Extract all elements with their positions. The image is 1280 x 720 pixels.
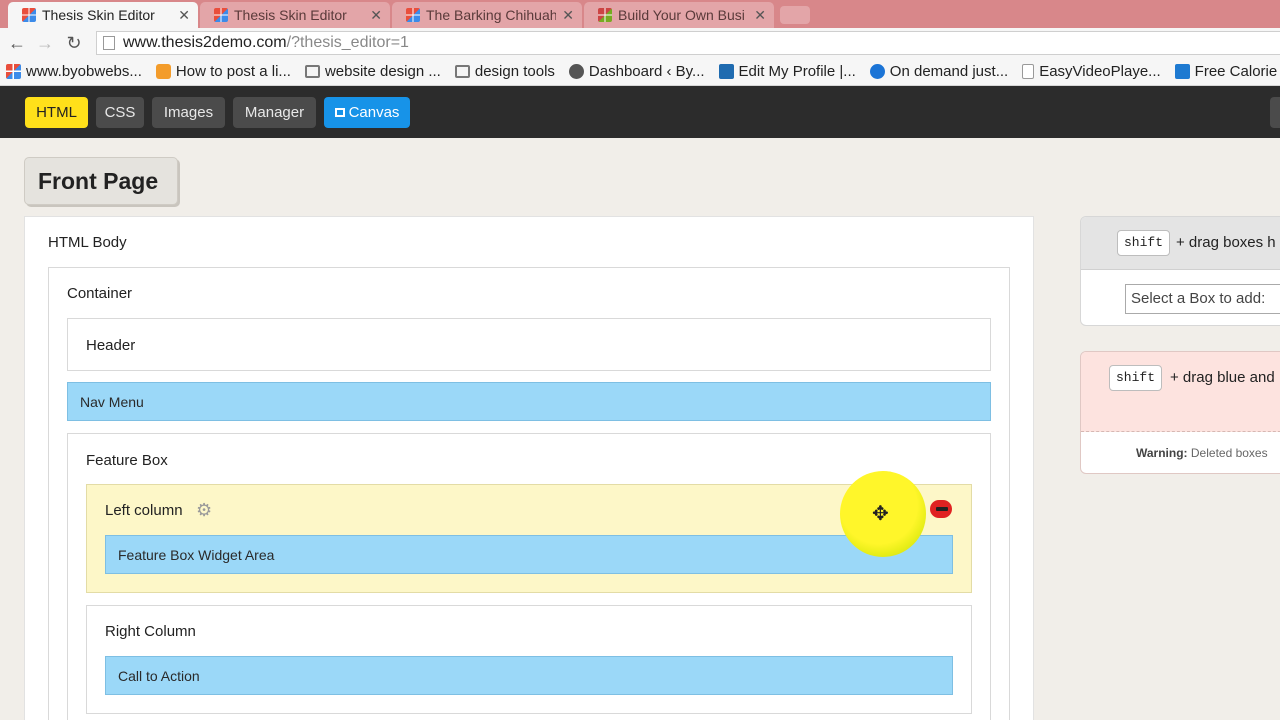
bookmark-item[interactable]: Dashboard ‹ By...: [568, 63, 705, 80]
drag-hint: + drag boxes h: [1176, 234, 1276, 251]
bookmark-item[interactable]: EasyVideoPlaye...: [1022, 63, 1161, 80]
shift-key: shift: [1117, 230, 1171, 256]
bookmark-label: EasyVideoPlaye...: [1039, 63, 1161, 80]
bookmark-label: How to post a li...: [175, 63, 291, 80]
bookmark-item[interactable]: www.byobwebs...: [6, 63, 142, 80]
gear-icon[interactable]: ⚙: [196, 500, 212, 521]
browser-tab-bar: Thesis Skin Editor ✕ Thesis Skin Editor …: [0, 0, 1280, 28]
thesis-favicon-icon: [22, 8, 36, 22]
url-host: www.thesis2demo.com: [123, 34, 287, 51]
images-tab-button[interactable]: Images: [152, 97, 225, 128]
bookmark-item[interactable]: On demand just...: [869, 63, 1009, 80]
feature-box[interactable]: Feature Box Left column ⚙ Feature Box Wi…: [67, 433, 991, 720]
tab-title: Build Your Own Busi: [618, 7, 745, 23]
add-box-panel: shift + drag boxes h Select a Box to add…: [1080, 216, 1280, 326]
browser-tab-4[interactable]: Build Your Own Busi ✕: [584, 2, 774, 28]
select-box-dropdown[interactable]: Select a Box to add:: [1125, 284, 1280, 314]
page-icon: [103, 36, 115, 50]
folder-icon: [454, 65, 470, 78]
browser-tab-1[interactable]: Thesis Skin Editor ✕: [8, 2, 198, 28]
address-bar-row: ← → ↻ www.thesis2demo.com/?thesis_editor…: [0, 28, 1280, 58]
calorie-icon: [1174, 64, 1190, 79]
left-column-box[interactable]: Left column ⚙ Feature Box Widget Area: [86, 484, 972, 593]
bookmark-label: Free Calorie C: [1194, 63, 1280, 80]
canvas-label: Canvas: [348, 104, 400, 121]
move-cursor-icon: ✥: [872, 503, 889, 525]
tab-title: Thesis Skin Editor: [234, 7, 347, 23]
bookmark-item[interactable]: How to post a li...: [155, 63, 291, 80]
folder-icon: [304, 65, 320, 78]
html-body-box[interactable]: HTML Body Container Header Nav Menu Feat…: [24, 216, 1034, 720]
right-column-label: Right Column: [105, 623, 196, 640]
right-column-box[interactable]: Right Column Call to Action: [86, 605, 972, 714]
call-to-action-box[interactable]: Call to Action: [105, 656, 953, 695]
tab-close-icon[interactable]: ✕: [370, 7, 382, 24]
thesis-favicon-icon: [406, 8, 420, 22]
tab-close-icon[interactable]: ✕: [562, 7, 574, 24]
grid-icon: [6, 64, 21, 79]
page-icon: [1022, 64, 1035, 79]
url-path: /?thesis_editor=1: [286, 34, 409, 51]
bookmark-item[interactable]: Edit My Profile |...: [718, 63, 856, 80]
bookmark-label: design tools: [474, 63, 555, 80]
warning-message: Deleted boxes: [1190, 446, 1268, 460]
delete-box-icon[interactable]: [930, 500, 952, 518]
browser-tab-3[interactable]: The Barking Chihuah ✕: [392, 2, 582, 28]
reload-icon[interactable]: ↻: [63, 32, 85, 54]
tab-title: The Barking Chihuah: [426, 7, 557, 23]
bookmark-label: Dashboard ‹ By...: [588, 63, 705, 80]
blogger-favicon-icon: [598, 8, 612, 22]
html-tab-button[interactable]: HTML: [25, 97, 88, 128]
ondemand-icon: [869, 64, 885, 79]
browser-tab-2[interactable]: Thesis Skin Editor ✕: [200, 2, 390, 28]
page-title[interactable]: Front Page: [24, 157, 178, 205]
back-arrow-icon[interactable]: ←: [6, 32, 28, 54]
html-body-label: HTML Body: [48, 234, 127, 251]
css-tab-button[interactable]: CSS: [96, 97, 144, 128]
bookmark-folder[interactable]: design tools: [454, 63, 555, 80]
manager-tab-button[interactable]: Manager: [233, 97, 316, 128]
thesis-favicon-icon: [214, 8, 228, 22]
feature-widget-area-box[interactable]: Feature Box Widget Area: [105, 535, 953, 574]
bookmark-label: On demand just...: [889, 63, 1009, 80]
editor-toolbar: HTML CSS Images Manager Canvas: [0, 86, 1280, 138]
toolbar-right-button[interactable]: [1270, 97, 1280, 128]
delete-box-panel-header: shift + drag blue and: [1081, 352, 1280, 432]
url-input[interactable]: www.thesis2demo.com/?thesis_editor=1: [96, 31, 1280, 55]
new-tab-button[interactable]: [780, 6, 810, 24]
bookmark-label: Edit My Profile |...: [738, 63, 856, 80]
add-box-panel-header: shift + drag boxes h: [1081, 217, 1280, 270]
delete-box-panel: shift + drag blue and Warning: Deleted b…: [1080, 351, 1280, 474]
canvas-button[interactable]: Canvas: [324, 97, 410, 128]
shift-key: shift: [1109, 365, 1163, 391]
feature-box-label: Feature Box: [86, 452, 168, 469]
header-box[interactable]: Header: [67, 318, 991, 371]
linkedin-icon: [718, 64, 734, 79]
external-window-icon: [334, 108, 345, 117]
tab-close-icon[interactable]: ✕: [754, 7, 766, 24]
warning-text: Warning: Deleted boxes: [1136, 446, 1268, 460]
nav-menu-box[interactable]: Nav Menu: [67, 382, 991, 421]
bookmark-label: website design ...: [324, 63, 441, 80]
bookmark-item[interactable]: Free Calorie C: [1174, 63, 1280, 80]
forward-arrow-icon[interactable]: →: [34, 32, 56, 54]
header-label: Header: [86, 337, 136, 354]
left-column-label: Left column: [105, 502, 183, 519]
bookmark-folder[interactable]: website design ...: [304, 63, 441, 80]
wordpress-icon: [568, 64, 584, 79]
bookmarks-bar: www.byobwebs... How to post a li... webs…: [0, 58, 1280, 86]
container-label: Container: [67, 285, 133, 302]
rss-icon: [155, 64, 171, 79]
tab-title: Thesis Skin Editor: [42, 7, 155, 23]
drag-delete-hint: + drag blue and: [1170, 369, 1275, 386]
bookmark-label: www.byobwebs...: [26, 63, 142, 80]
warning-label: Warning:: [1136, 446, 1188, 460]
tab-close-icon[interactable]: ✕: [178, 7, 190, 24]
